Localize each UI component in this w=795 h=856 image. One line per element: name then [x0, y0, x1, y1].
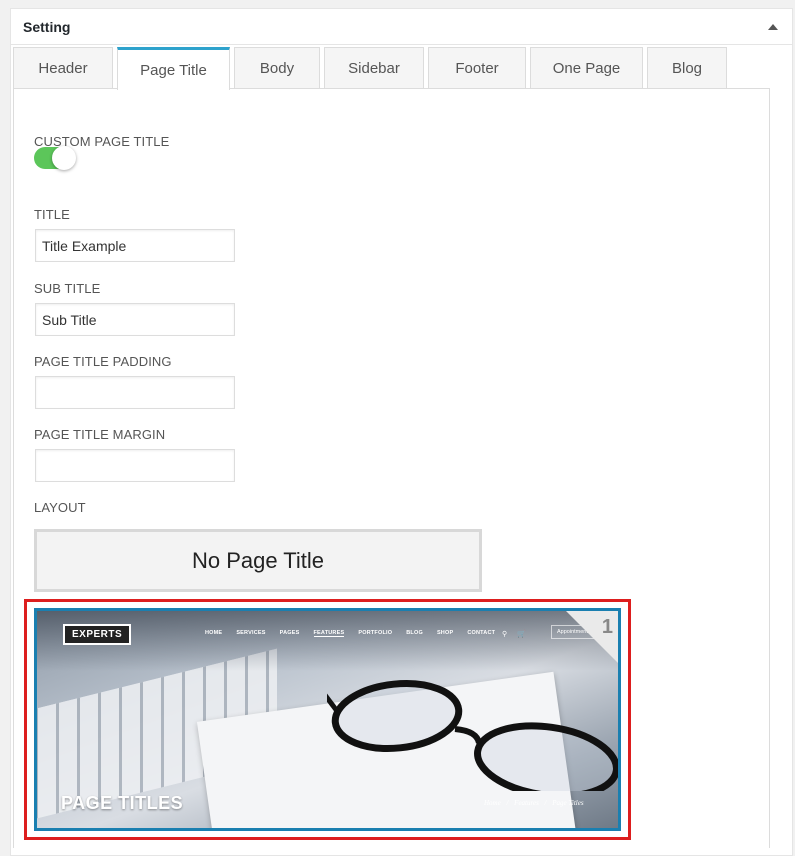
panel-header[interactable]: Setting [11, 9, 792, 45]
preview-page-title-heading: PAGE TITLES [61, 793, 184, 813]
breadcrumb-separator: / [544, 799, 547, 807]
preview-breadcrumb: Home / Features / Page Titles [484, 799, 588, 807]
layout-option-no-page-title[interactable]: No Page Title [34, 529, 482, 592]
toggle-knob [52, 146, 76, 170]
sub-title-input[interactable] [35, 303, 235, 336]
layout-option-1-selected[interactable]: EXPERTS HOME SERVICES PAGES FEATURES POR… [24, 599, 631, 840]
tab-sidebar[interactable]: Sidebar [324, 47, 424, 89]
preview-logo: EXPERTS [63, 624, 132, 645]
custom-page-title-toggle[interactable] [34, 146, 76, 170]
breadcrumb-item: Features [514, 799, 539, 807]
tab-one-page[interactable]: One Page [530, 47, 643, 89]
layout-number: 1 [601, 616, 613, 638]
preview-nav-item: SHOP [436, 630, 454, 636]
preview-nav-item-current: FEATURES [313, 630, 345, 637]
page-title-padding-label: PAGE TITLE PADDING [34, 354, 172, 369]
preview-nav-item: HOME [205, 630, 223, 636]
tab-header[interactable]: Header [13, 47, 113, 89]
tab-footer[interactable]: Footer [428, 47, 526, 89]
preview-nav-item: SERVICES [236, 630, 266, 636]
tab-body[interactable]: Body [234, 47, 320, 89]
preview-nav-item: BLOG [406, 630, 423, 636]
preview-nav-item: CONTACT [467, 630, 496, 636]
tab-content: CUSTOM PAGE TITLE TITLE SUB TITLE PAGE T… [13, 88, 770, 848]
search-icon: ⚲ [502, 631, 508, 638]
preview-nav-item: PORTFOLIO [358, 630, 393, 636]
page-title-margin-label: PAGE TITLE MARGIN [34, 427, 166, 442]
glasses-graphic [327, 680, 618, 791]
panel-title: Setting [23, 18, 71, 35]
breadcrumb-item: Home [484, 799, 501, 807]
title-input[interactable] [35, 229, 235, 262]
tab-page-title[interactable]: Page Title [117, 47, 230, 90]
sub-title-label: SUB TITLE [34, 281, 101, 296]
layout-preview-image: EXPERTS HOME SERVICES PAGES FEATURES POR… [34, 608, 621, 831]
cart-icon: 🛒 [517, 631, 526, 638]
collapse-arrow-icon[interactable] [768, 23, 778, 30]
breadcrumb-item: Page Titles [552, 799, 584, 807]
preview-nav-item: PAGES [279, 630, 300, 636]
preview-nav: HOME SERVICES PAGES FEATURES PORTFOLIO B… [205, 630, 509, 637]
page-title-margin-input[interactable] [35, 449, 235, 482]
layout-label: LAYOUT [34, 500, 86, 515]
page-title-padding-input[interactable] [35, 376, 235, 409]
tab-blog[interactable]: Blog [647, 47, 727, 89]
breadcrumb-separator: / [506, 799, 509, 807]
title-label: TITLE [34, 207, 70, 222]
tab-bar: Header Page Title Body Sidebar Footer On… [13, 47, 731, 90]
